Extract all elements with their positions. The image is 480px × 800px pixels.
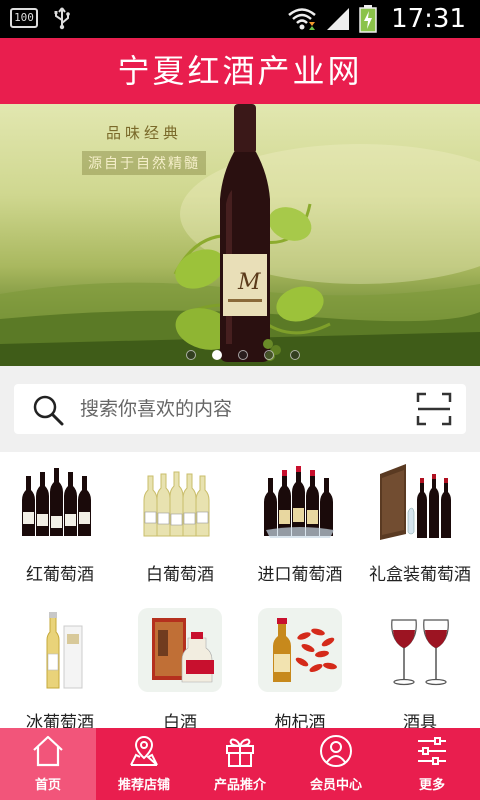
bottom-nav: 首页 推荐店铺 产品推介 会员中心 更多	[0, 728, 480, 800]
category-grid: 红葡萄酒 白葡萄酒 进口葡萄酒 礼盒装葡萄酒 冰葡萄酒 白酒 枸杞酒 酒具	[0, 452, 480, 733]
nav-products[interactable]: 产品推介	[192, 728, 288, 800]
user-icon	[320, 735, 352, 767]
banner-tagline: 品味经典 源自于自然精髓	[82, 122, 206, 175]
bottle-label: M	[237, 270, 261, 295]
battery-notification-icon: 100	[10, 8, 38, 28]
clock: 17:31	[391, 4, 466, 34]
imported-wine-bottles-icon	[258, 460, 342, 544]
category-baijiu[interactable]: 白酒	[120, 600, 240, 740]
usb-icon	[54, 7, 70, 30]
category-gift-box-wine[interactable]: 礼盒装葡萄酒	[360, 452, 480, 592]
goji-wine-icon	[258, 608, 342, 692]
nav-label: 推荐店铺	[117, 778, 170, 793]
category-goji-wine[interactable]: 枸杞酒	[240, 600, 360, 740]
banner-tagline-sub: 源自于自然精髓	[82, 151, 206, 175]
category-red-wine[interactable]: 红葡萄酒	[0, 452, 120, 592]
carousel-dot[interactable]	[186, 350, 196, 360]
signal-icon	[327, 8, 350, 30]
shop-icon	[130, 735, 158, 766]
search-icon	[33, 395, 64, 426]
baijiu-bottle-icon	[138, 608, 222, 692]
scan-icon[interactable]	[416, 392, 452, 426]
nav-label: 会员中心	[309, 778, 362, 793]
wifi-icon	[288, 8, 316, 30]
red-wine-bottles-icon	[18, 460, 102, 544]
category-label: 白葡萄酒	[146, 565, 214, 585]
white-wine-bottles-icon	[138, 460, 222, 544]
banner-tagline-main: 品味经典	[105, 124, 182, 142]
carousel-dot[interactable]	[238, 350, 248, 360]
carousel-dot[interactable]	[264, 350, 274, 360]
battery-icon	[359, 5, 377, 33]
nav-label: 更多	[418, 778, 445, 793]
status-bar: 100 17:31	[0, 0, 480, 38]
banner-carousel[interactable]: M 品味经典 源自于自然精髓	[0, 104, 480, 366]
gift-box-wine-icon	[378, 460, 462, 544]
category-label: 礼盒装葡萄酒	[369, 565, 471, 585]
home-icon	[33, 735, 63, 767]
carousel-dot[interactable]	[290, 350, 300, 360]
category-label: 红葡萄酒	[26, 565, 94, 585]
nav-label: 首页	[34, 778, 61, 793]
nav-label: 产品推介	[213, 778, 266, 793]
sliders-icon	[418, 737, 446, 765]
search-placeholder: 搜索你喜欢的内容	[80, 398, 233, 420]
nav-recommended-shops[interactable]: 推荐店铺	[96, 728, 192, 800]
app-header: 宁夏红酒产业网	[0, 38, 480, 104]
category-imported-wine[interactable]: 进口葡萄酒	[240, 452, 360, 592]
gift-icon	[226, 738, 254, 767]
page-title: 宁夏红酒产业网	[117, 52, 363, 90]
nav-more[interactable]: 更多	[384, 728, 480, 800]
search-section: 搜索你喜欢的内容	[0, 366, 480, 452]
wine-glasses-icon	[378, 608, 462, 692]
carousel-indicators	[186, 350, 300, 360]
category-white-wine[interactable]: 白葡萄酒	[120, 452, 240, 592]
nav-home[interactable]: 首页	[0, 728, 96, 800]
category-ice-wine[interactable]: 冰葡萄酒	[0, 600, 120, 740]
search-input[interactable]: 搜索你喜欢的内容	[14, 384, 466, 434]
ice-wine-bottle-icon	[18, 608, 102, 692]
nav-member-center[interactable]: 会员中心	[288, 728, 384, 800]
banner-image: M	[0, 104, 480, 366]
category-wine-glasses[interactable]: 酒具	[360, 600, 480, 740]
carousel-dot-active[interactable]	[212, 350, 222, 360]
category-label: 进口葡萄酒	[257, 565, 343, 585]
